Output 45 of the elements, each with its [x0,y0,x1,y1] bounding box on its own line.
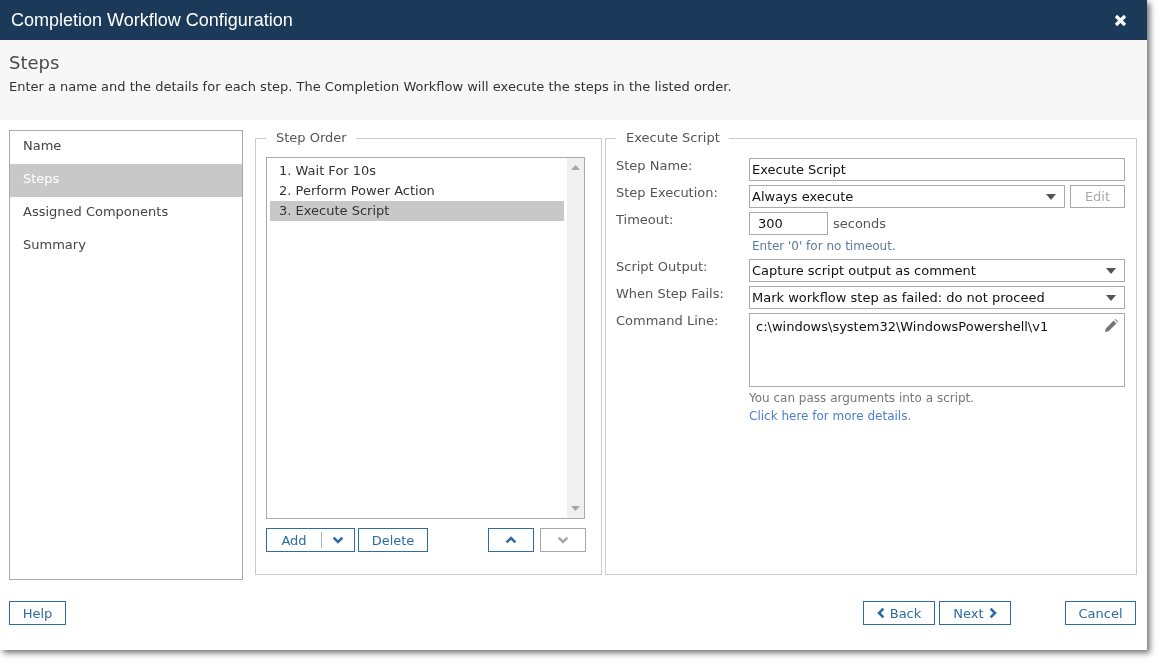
nav-item[interactable]: Summary [10,230,242,263]
nav-item[interactable]: Name [10,131,242,164]
chevron-down-icon [331,536,344,544]
text-area[interactable]: c:\windows\system32\WindowsPowershell\v1 [749,313,1125,387]
pencil-icon[interactable] [1105,319,1118,332]
next-button[interactable]: Next [939,601,1011,625]
number-field[interactable]: 300 [749,212,828,235]
field-label: Timeout: [616,212,675,228]
delete-button[interactable]: Delete [358,528,428,552]
field-label: Script Output: [616,259,709,275]
help-button[interactable]: Help [9,601,66,625]
cancel-button[interactable]: Cancel [1065,601,1136,625]
details-link[interactable]: Click here for more details. [749,407,912,425]
step-item[interactable]: 2. Perform Power Action [270,181,564,201]
chevron-right-icon [988,607,997,619]
panel-title: Execute Script [625,130,721,146]
caret-icon [1106,294,1116,301]
add-button[interactable]: Add [266,528,321,552]
page-description: Enter a name and the details for each step. The Completion Workflow will execute the steps in the listed order. [9,79,733,95]
step-item[interactable]: 1. Wait For 10s [270,161,564,181]
panel-title: Step Order [275,130,348,146]
caret-icon [1106,267,1116,274]
back-button[interactable]: Back [863,601,935,625]
field-label: Step Execution: [616,185,719,201]
text-field[interactable]: Execute Script [749,158,1125,181]
dropdown[interactable]: Always execute [749,185,1065,208]
move-up-button[interactable] [488,528,534,552]
page-title: Steps [9,52,61,74]
window-title: Completion Workflow Configuration [11,9,293,31]
chevron-down-icon [557,536,569,544]
field-label: When Step Fails: [616,286,725,302]
help-text: You can pass arguments into a script. [749,390,976,407]
field-label: Step Name: [616,158,694,174]
close-icon[interactable] [1114,13,1127,27]
caret-icon [1046,193,1056,200]
chevron-up-icon [505,536,517,544]
nav-item[interactable]: Assigned Components [10,197,242,230]
chevron-left-icon [876,607,885,619]
dropdown[interactable]: Mark workflow step as failed: do not proceed [749,286,1125,309]
step-item[interactable]: 3. Execute Script [270,201,564,221]
dropdown[interactable]: Capture script output as comment [749,259,1125,282]
help-text: Enter '0' for no timeout. [751,238,897,255]
field-label: Command Line: [616,313,720,329]
add-menu-button[interactable] [321,528,355,552]
unit-label: seconds [833,216,887,231]
